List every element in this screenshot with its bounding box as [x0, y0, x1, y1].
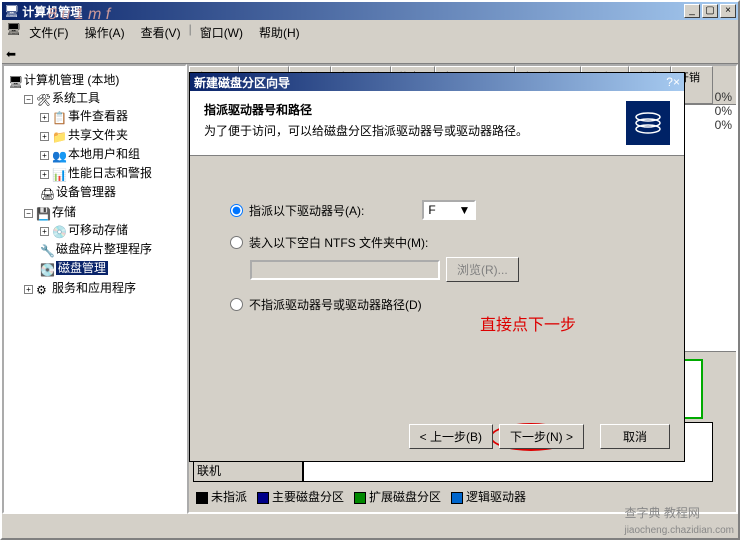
- cancel-button[interactable]: 取消: [600, 424, 670, 449]
- legend-ext-swatch: [354, 492, 366, 504]
- tree-pane: 🖥计算机管理 (本地) −🛠系统工具 +📋事件查看器 +📁共享文件夹 +👥本地用…: [2, 64, 187, 514]
- tree-storage[interactable]: 存储: [52, 205, 76, 219]
- menu-window[interactable]: 窗口(W): [192, 22, 251, 43]
- app-icon: 🖥: [4, 4, 19, 18]
- computer-icon: 🖥: [8, 75, 22, 87]
- wizard-header: 指派驱动器号和路径 为了便于访问，可以给磁盘分区指派驱动器号或驱动器路径。: [190, 91, 684, 156]
- watermark-top: 8 u 1 m f: [48, 6, 110, 24]
- menu-action[interactable]: 操作(A): [77, 22, 133, 43]
- radio-no-assign[interactable]: [230, 298, 243, 311]
- collapse-icon[interactable]: −: [24, 209, 33, 218]
- tree-services[interactable]: 服务和应用程序: [52, 281, 136, 295]
- back-button[interactable]: < 上一步(B): [409, 424, 493, 449]
- tree-devmgr[interactable]: 设备管理器: [56, 185, 116, 199]
- wizard-subtitle: 为了便于访问，可以给磁盘分区指派驱动器号或驱动器路径。: [204, 122, 626, 139]
- expand-icon[interactable]: +: [40, 170, 49, 179]
- expand-icon[interactable]: +: [40, 113, 49, 122]
- percent-labels: 0%0%0%: [715, 90, 732, 132]
- menu-file[interactable]: 文件(F): [21, 22, 76, 43]
- users-icon: 👥: [52, 149, 66, 161]
- defrag-icon: 🔧: [40, 244, 54, 256]
- content-pane: 卷 布局 类型 文件系统 状态 容量 空闲空间 % 空闲 容错 开销 0%0%0…: [187, 64, 738, 514]
- wizard-title: 新建磁盘分区向导: [194, 74, 666, 91]
- dropdown-arrow-icon: ▼: [458, 203, 470, 217]
- tree-systools[interactable]: 系统工具: [52, 91, 100, 105]
- removable-icon: 💿: [52, 225, 66, 237]
- toolbar: ⬅: [2, 45, 738, 64]
- window-title: 计算机管理: [19, 3, 682, 20]
- disk-icon: 💽: [40, 263, 54, 275]
- minimize-button[interactable]: _: [684, 4, 700, 18]
- radio-mount-label: 装入以下空白 NTFS 文件夹中(M):: [249, 234, 428, 251]
- tools-icon: 🛠: [36, 93, 50, 105]
- wizard-disk-icon: [626, 101, 670, 145]
- toolbar-back-icon[interactable]: ⬅: [6, 47, 16, 61]
- wizard-help-button[interactable]: ?: [666, 75, 673, 89]
- next-button[interactable]: 下一步(N) >: [499, 424, 584, 449]
- services-icon: ⚙: [36, 283, 50, 295]
- collapse-icon[interactable]: −: [24, 95, 33, 104]
- app-icon-small: 🖥: [6, 22, 21, 43]
- event-icon: 📋: [52, 111, 66, 123]
- tree-removable[interactable]: 可移动存储: [68, 223, 128, 237]
- tree-users[interactable]: 本地用户和组: [68, 147, 140, 161]
- tree-perf[interactable]: 性能日志和警报: [68, 166, 152, 180]
- tree-shared[interactable]: 共享文件夹: [68, 128, 128, 142]
- radio-assign-label: 指派以下驱动器号(A):: [249, 202, 364, 219]
- wizard-titlebar: 新建磁盘分区向导 ? ×: [190, 73, 684, 91]
- storage-icon: 💾: [36, 207, 50, 219]
- radio-no-assign-label: 不指派驱动器号或驱动器路径(D): [249, 296, 422, 313]
- menubar: 🖥 文件(F) 操作(A) 查看(V) | 窗口(W) 帮助(H): [2, 20, 738, 45]
- annotation-text: 直接点下一步: [480, 311, 576, 335]
- wizard-heading: 指派驱动器号和路径: [204, 101, 626, 118]
- menu-help[interactable]: 帮助(H): [251, 22, 308, 43]
- legend-logical-swatch: [451, 492, 463, 504]
- radio-assign-letter[interactable]: [230, 204, 243, 217]
- menu-view[interactable]: 查看(V): [133, 22, 189, 43]
- expand-icon[interactable]: +: [40, 151, 49, 160]
- close-button[interactable]: ×: [720, 4, 736, 18]
- watermark-bottom: 查字典 教程网 jiaocheng.chazidian.com: [624, 504, 734, 536]
- perf-icon: 📊: [52, 168, 66, 180]
- expand-icon[interactable]: +: [40, 132, 49, 141]
- device-icon: 🖨: [40, 187, 54, 199]
- radio-mount-folder[interactable]: [230, 236, 243, 249]
- expand-icon[interactable]: +: [24, 285, 33, 294]
- wizard-close-button[interactable]: ×: [673, 75, 680, 89]
- mount-path-input: [250, 260, 440, 280]
- legend-unalloc-swatch: [196, 492, 208, 504]
- tree-root[interactable]: 计算机管理 (本地): [24, 73, 119, 87]
- wizard-dialog: 新建磁盘分区向导 ? × 指派驱动器号和路径 为了便于访问，可以给磁盘分区指派驱…: [189, 72, 685, 462]
- folder-icon: 📁: [52, 130, 66, 142]
- legend-primary-swatch: [257, 492, 269, 504]
- tree-diskmgmt[interactable]: 磁盘管理: [56, 261, 108, 275]
- maximize-button[interactable]: ▢: [702, 4, 718, 18]
- main-titlebar: 🖥 计算机管理 _ ▢ ×: [2, 2, 738, 20]
- browse-button: 浏览(R)...: [446, 257, 519, 282]
- drive-letter-select[interactable]: F ▼: [422, 200, 476, 220]
- expand-icon[interactable]: +: [40, 227, 49, 236]
- tree-event[interactable]: 事件查看器: [68, 109, 128, 123]
- drive-letter-value: F: [428, 203, 435, 217]
- wizard-body: 指派以下驱动器号(A): F ▼ 装入以下空白 NTFS 文件夹中(M): 浏览…: [190, 156, 684, 357]
- tree-defrag[interactable]: 磁盘碎片整理程序: [56, 242, 152, 256]
